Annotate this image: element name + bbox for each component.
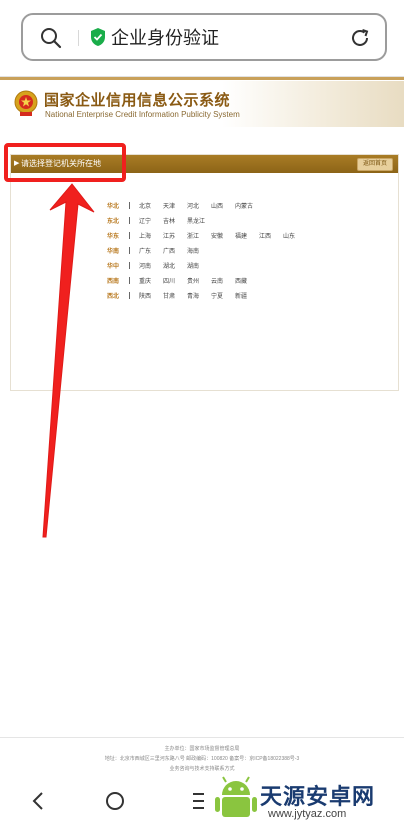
annotation-arrow-shape bbox=[42, 183, 95, 538]
back-icon[interactable] bbox=[30, 791, 46, 811]
footer-organizer: 主办单位：国家市场监督管理总局 bbox=[164, 746, 240, 752]
watermark-name: 天源安卓网 bbox=[260, 784, 376, 809]
menu-icon[interactable] bbox=[190, 790, 210, 812]
annotation-highlight-box bbox=[4, 143, 126, 182]
footer-address: 地址：北京市西城区三里河东路八号 邮政编码：100820 备案号：京ICP备18… bbox=[104, 756, 300, 762]
watermark-url: www.jytyaz.com bbox=[268, 808, 347, 820]
home-icon[interactable] bbox=[104, 790, 126, 812]
android-logo-icon bbox=[215, 776, 257, 817]
site-watermark: 天源安卓网 www.jytyaz.com bbox=[210, 771, 402, 827]
annotation-arrow bbox=[42, 183, 95, 538]
